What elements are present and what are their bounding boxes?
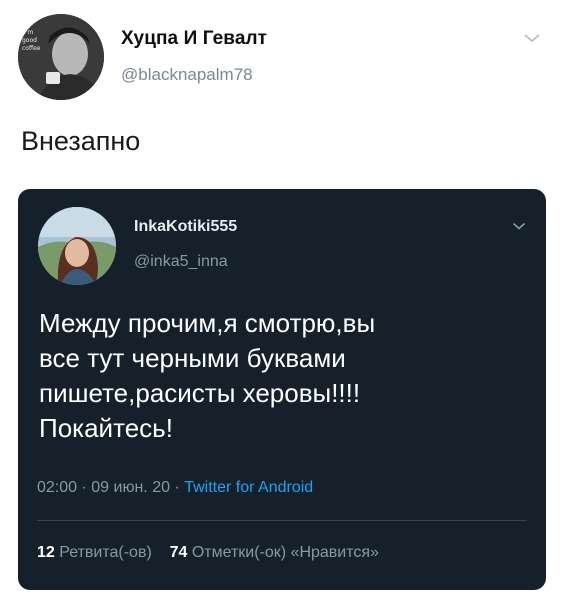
divider: [37, 520, 527, 521]
likes-count: 74: [169, 544, 188, 561]
tweet-text: Между прочим,я смотрю,вы все тут черными…: [39, 308, 376, 443]
chevron-down-icon[interactable]: [512, 221, 526, 231]
retweets-count: 12: [37, 544, 55, 561]
quoted-tweet-card[interactable]: InkaKotiki555 @inka5_inna Между прочим,я…: [18, 189, 546, 590]
svg-text:good: good: [22, 37, 37, 44]
likes-label: Отметки(-ок) «Нравится»: [191, 544, 379, 561]
meta-separator: ·: [81, 479, 87, 496]
avatar[interactable]: I'm good coffee: [18, 14, 104, 100]
tweet-time[interactable]: 02:00: [37, 479, 77, 496]
meta-separator: ·: [174, 479, 180, 496]
tweet-stats: 12 Ретвита(-ов) 74 Отметки(-ок) «Нравитс…: [37, 544, 379, 562]
author-handle[interactable]: @blacknapalm78: [121, 65, 253, 85]
profile-photo-icon: I'm good coffee: [18, 14, 104, 100]
tweet-date[interactable]: 09 июн. 20: [91, 479, 170, 496]
likes-stat[interactable]: 74 Отметки(-ок) «Нравится»: [170, 544, 379, 561]
author-display-name[interactable]: Хуцпа И Гевалт: [121, 28, 267, 50]
chevron-down-icon[interactable]: [523, 32, 541, 44]
tweet-text: Внезапно: [21, 126, 141, 156]
profile-photo-icon: [38, 207, 116, 285]
author-display-name[interactable]: InkaKotiki555: [134, 218, 237, 236]
tweet-meta: 02:00 · 09 июн. 20 · Twitter for Android: [37, 479, 313, 497]
svg-text:I'm: I'm: [24, 29, 33, 36]
author-handle[interactable]: @inka5_inna: [134, 253, 228, 271]
tweet-source-link[interactable]: Twitter for Android: [184, 479, 313, 496]
avatar[interactable]: [38, 207, 116, 285]
retweets-label: Ретвита(-ов): [59, 544, 152, 561]
svg-text:coffee: coffee: [22, 45, 41, 52]
retweets-stat[interactable]: 12 Ретвита(-ов): [37, 544, 152, 561]
